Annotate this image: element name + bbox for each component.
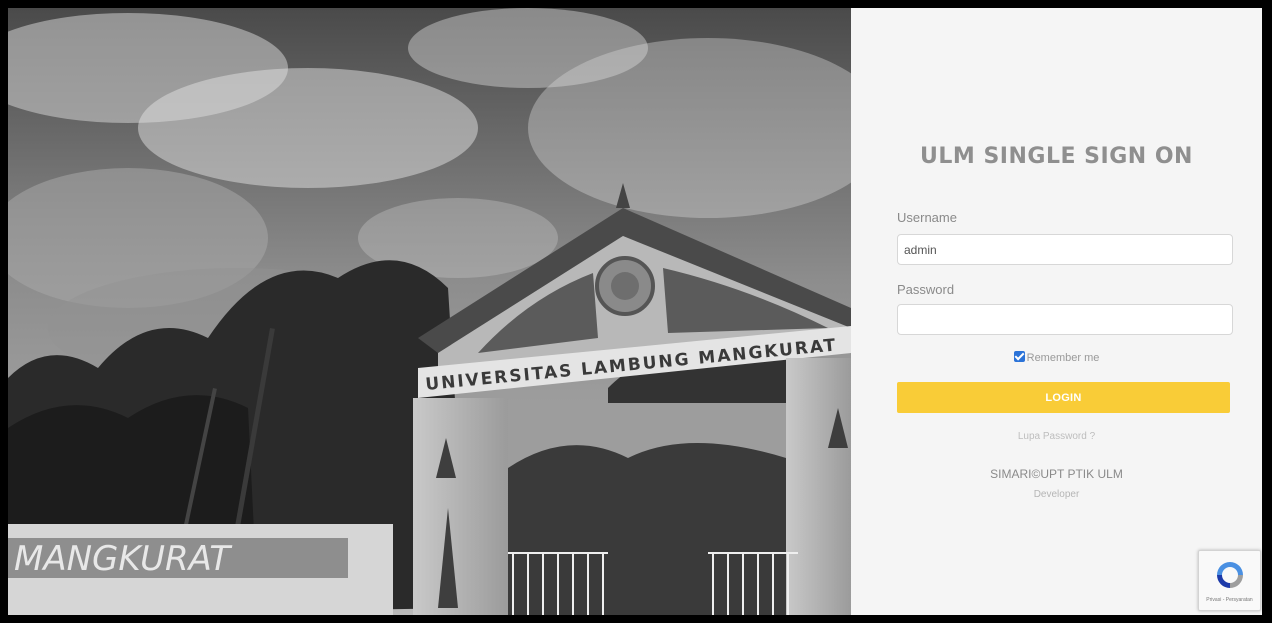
- password-input[interactable]: [897, 304, 1233, 335]
- campus-gate-image: MANGKURAT UNIVERSITAS LAMBUNG MANGKURAT: [8, 8, 851, 615]
- username-input[interactable]: [897, 234, 1233, 265]
- credits-role: Developer: [1033, 489, 1080, 500]
- username-label: Username: [897, 210, 957, 225]
- remember-me-row[interactable]: Remember me: [851, 351, 1262, 364]
- page-frame: MANGKURAT UNIVERSITAS LAMBUNG MANGKURAT: [0, 0, 1272, 623]
- page-title: ULM SINGLE SIGN ON: [920, 144, 1193, 169]
- recaptcha-links[interactable]: Privasi - Persyaratan: [1199, 597, 1260, 603]
- credits-name: SIMARI©UPT PTIK ULM: [990, 467, 1123, 481]
- login-panel: ULM SINGLE SIGN ON Username Password Rem…: [851, 8, 1262, 615]
- password-label: Password: [897, 282, 955, 297]
- forgot-password-link[interactable]: Lupa Password ?: [851, 431, 1262, 442]
- remember-me-checkbox[interactable]: [1013, 351, 1025, 362]
- recaptcha-icon: [1217, 562, 1243, 588]
- hero-photo: MANGKURAT UNIVERSITAS LAMBUNG MANGKURAT: [8, 8, 851, 615]
- recaptcha-badge[interactable]: Privasi - Persyaratan: [1198, 550, 1261, 611]
- wall-sign: MANGKURAT: [14, 539, 232, 579]
- remember-me-label: Remember me: [1026, 352, 1100, 364]
- login-button[interactable]: LOGIN: [897, 382, 1230, 413]
